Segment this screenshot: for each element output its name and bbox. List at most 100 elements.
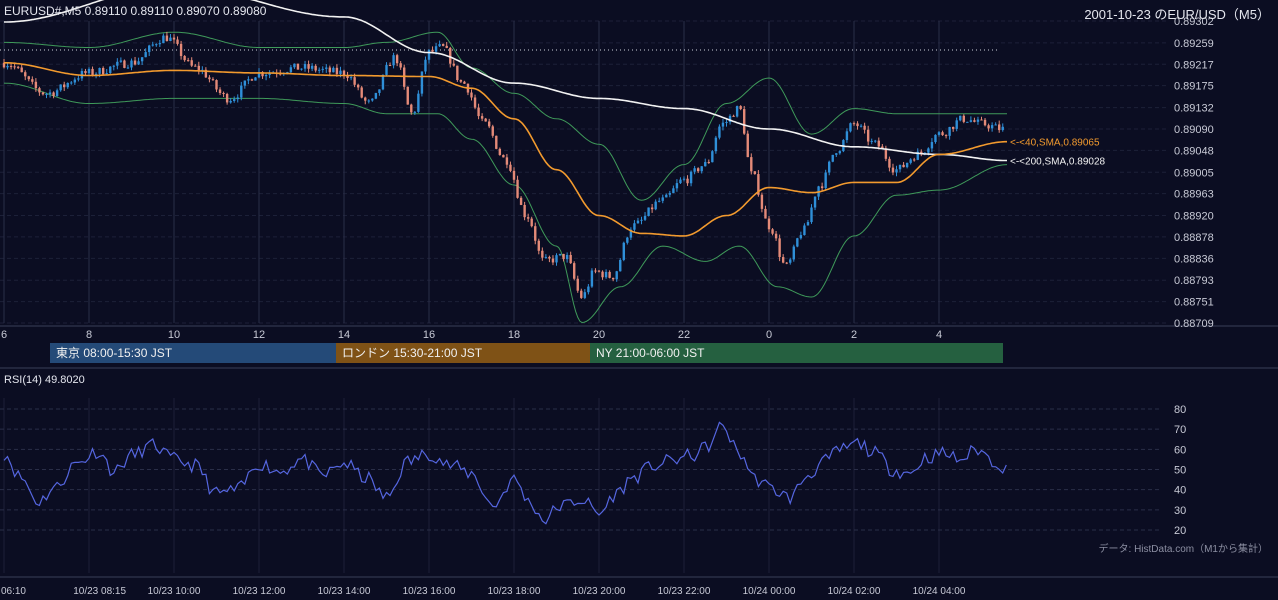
chart-canvas: <-<40,SMA,0.89065<-<200,SMA,0.890280.893… <box>0 0 1278 597</box>
bear-candle <box>746 133 749 158</box>
bull-candle <box>711 151 714 163</box>
sma40-line <box>4 62 1007 237</box>
bear-candle <box>34 81 38 89</box>
bull-candle <box>434 46 438 52</box>
bull-candle <box>700 166 703 172</box>
bear-candle <box>441 44 445 46</box>
rsi-tick-label: 50 <box>1174 465 1186 477</box>
bear-candle <box>296 63 300 70</box>
bear-candle <box>512 170 516 180</box>
price-tick-label: 0.88920 <box>1174 211 1214 223</box>
bear-candle <box>526 217 530 219</box>
bull-candle <box>959 115 962 121</box>
bear-candle <box>449 47 452 64</box>
price-tick-label: 0.89132 <box>1174 103 1214 115</box>
rsi-time-tick-label: 10/23 14:00 <box>318 586 371 597</box>
bull-candle <box>427 49 431 60</box>
bear-candle <box>852 123 856 125</box>
bull-candle <box>109 66 112 74</box>
bull-candle <box>828 161 831 173</box>
bull-candle <box>289 67 293 73</box>
rsi-time-tick-label: 10/23 16:00 <box>403 586 456 597</box>
bull-candle <box>725 121 728 123</box>
bull-candle <box>424 59 427 72</box>
bollinger-lower-line <box>3 82 1008 324</box>
bear-candle <box>530 218 533 227</box>
bull-candle <box>665 194 668 198</box>
bull-candle <box>137 61 140 65</box>
bull-candle <box>813 196 817 208</box>
bull-candle <box>77 78 80 80</box>
price-tick-label: 0.88836 <box>1174 253 1214 265</box>
bull-candle <box>236 97 239 100</box>
bear-candle <box>314 65 317 71</box>
rsi-time-tick-label: 10/24 00:00 <box>743 586 796 597</box>
bear-candle <box>13 66 16 68</box>
bear-candle <box>488 121 491 127</box>
bull-candle <box>672 188 675 194</box>
bull-candle <box>87 68 91 74</box>
bear-candle <box>951 126 955 129</box>
bear-candle <box>307 64 310 69</box>
bull-candle <box>1001 126 1004 131</box>
bear-candle <box>523 204 526 218</box>
bear-candle <box>983 119 987 126</box>
bull-candle <box>693 168 696 172</box>
bear-candle <box>16 66 20 68</box>
bear-candle <box>562 253 565 260</box>
time-tick-label: 4 <box>936 329 942 341</box>
bear-candle <box>63 84 66 88</box>
price-tick-label: 0.88878 <box>1174 232 1214 244</box>
bear-candle <box>395 55 399 64</box>
bear-candle <box>84 70 87 74</box>
bear-candle <box>856 123 859 127</box>
bear-candle <box>194 65 197 67</box>
bull-candle <box>937 132 941 135</box>
bull-candle <box>895 169 898 173</box>
bull-candle <box>66 82 69 88</box>
price-tick-label: 0.89217 <box>1174 59 1214 71</box>
bull-candle <box>661 197 664 201</box>
bear-candle <box>767 218 771 230</box>
rsi-line <box>3 421 1007 525</box>
bull-candle <box>990 125 994 129</box>
bull-candle <box>59 84 62 91</box>
price-tick-label: 0.88793 <box>1174 275 1214 287</box>
bull-candle <box>643 216 647 220</box>
bull-candle <box>144 52 147 58</box>
bear-candle <box>760 194 764 209</box>
bull-candle <box>859 125 863 127</box>
bull-candle <box>55 90 59 96</box>
bull-candle <box>587 286 590 293</box>
bear-candle <box>987 125 990 129</box>
rsi-time-tick-label: 10/23 10:00 <box>148 586 201 597</box>
bull-candle <box>927 148 930 153</box>
time-tick-label: 14 <box>338 329 350 341</box>
bull-candle <box>789 259 792 263</box>
bull-candle <box>590 270 594 287</box>
bear-candle <box>884 148 888 159</box>
bear-candle <box>470 92 473 98</box>
time-tick-label: 18 <box>508 329 520 341</box>
time-tick-label: 8 <box>86 329 92 341</box>
bull-candle <box>994 124 997 126</box>
bear-candle <box>52 92 55 96</box>
bear-candle <box>445 45 448 48</box>
bear-candle <box>431 49 434 52</box>
bear-candle <box>537 240 540 251</box>
bear-candle <box>495 135 498 149</box>
bear-candle <box>732 115 735 117</box>
bear-candle <box>866 129 870 142</box>
rsi-time-tick-label: 10/23 20:00 <box>573 586 626 597</box>
time-tick-label: 16 <box>423 329 435 341</box>
session-london: ロンドン 15:30-21:00 JST <box>336 343 590 363</box>
bull-candle <box>293 63 296 68</box>
bear-candle <box>594 270 597 272</box>
bull-candle <box>367 100 370 102</box>
price-tick-label: 0.88751 <box>1174 297 1214 309</box>
bear-candle <box>456 65 459 81</box>
bear-candle <box>24 72 27 77</box>
bear-candle <box>753 171 757 175</box>
bear-candle <box>250 79 254 81</box>
bear-candle <box>403 67 406 87</box>
